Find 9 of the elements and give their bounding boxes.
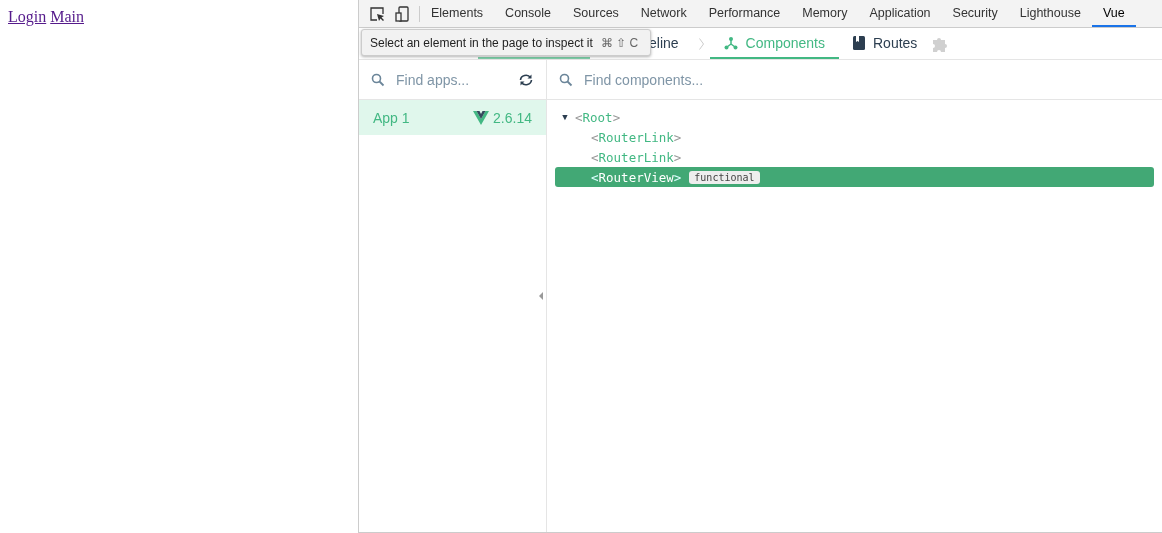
tag-label: functional xyxy=(689,170,760,184)
version-label: 2.6.14 xyxy=(493,109,532,126)
component-name: <RouterView> xyxy=(591,169,682,185)
shortcut-text: ⌘ ⇧ C xyxy=(600,35,639,50)
tooltip-text: Select an element in the page to inspect it xyxy=(370,35,593,50)
app-name: App 1 xyxy=(373,109,411,126)
component-name: <RouterLink> xyxy=(591,129,682,145)
component-name: <Root> xyxy=(575,109,621,125)
component-name: <RouterLink> xyxy=(591,149,682,165)
